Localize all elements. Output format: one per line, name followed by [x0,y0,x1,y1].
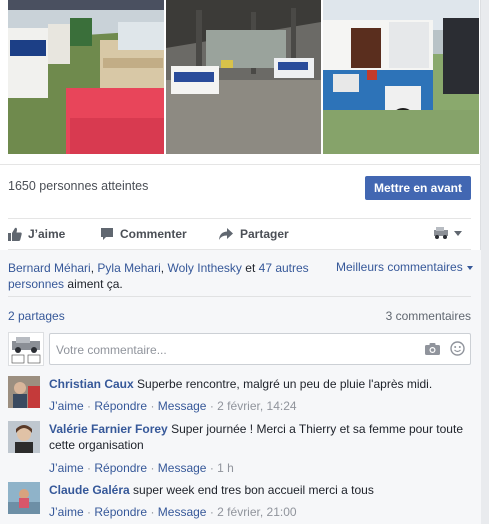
comments-count[interactable]: 3 commentaires [386,309,471,323]
comment-icon [101,228,113,240]
comment-message-link[interactable]: Message [158,399,207,413]
photo-parked-cars[interactable] [8,0,164,154]
like-button[interactable]: J’aime [8,226,78,244]
post-card: 1650 personnes atteintes Mettre en avant… [0,0,481,524]
comment-author[interactable]: Valérie Farnier Forey [49,422,168,436]
comment-like-link[interactable]: J’aime [49,399,84,413]
comment-button[interactable]: Commenter [100,226,200,244]
comment-timestamp[interactable]: 2 février, 14:24 [217,399,296,413]
likes-summary: Bernard Méhari, Pyla Mehari, Woly Inthes… [8,261,309,291]
chevron-down-icon [466,265,473,270]
avatar [8,332,44,366]
reach-count[interactable]: 1650 personnes atteintes [8,179,148,193]
likes-conjunction: et [245,261,256,275]
feedback-section: Bernard Méhari, Pyla Mehari, Woly Inthes… [0,250,481,524]
comment-author[interactable]: Christian Caux [49,377,134,391]
comment-body: Claude Galéra super week end tres bon ac… [49,482,469,498]
divider [8,296,471,297]
comment-meta: J’aime · Répondre · Message · 1 h [49,461,234,475]
comment-body: Valérie Farnier Forey Super journée ! Me… [49,421,469,453]
page-avatar-icon [432,224,450,242]
boost-post-button[interactable]: Mettre en avant [365,176,471,200]
avatar[interactable] [8,421,40,453]
comment-message-link[interactable]: Message [158,505,207,519]
photo-blue-car[interactable] [323,0,479,154]
liker-name[interactable]: Woly Inthesky [167,261,241,275]
comment-composer: Votre commentaire... [8,332,471,366]
like-label: J’aime [28,227,66,241]
comment-text: super week end tres bon accueil merci a … [133,483,374,497]
share-label: Partager [240,227,289,241]
comment-placeholder: Votre commentaire... [56,343,167,357]
actor-selector[interactable] [432,223,472,245]
photo-grid [8,0,479,154]
avatar[interactable] [8,376,40,408]
shares-count[interactable]: 2 partages [8,309,65,323]
comment-reply-link[interactable]: Répondre [94,461,147,475]
share-button[interactable]: Partager [218,226,308,244]
comment-meta: J’aime · Répondre · Message · 2 février,… [49,505,297,519]
comment-sort-label: Meilleurs commentaires [336,260,463,274]
comment-meta: J’aime · Répondre · Message · 2 février,… [49,399,297,413]
comment-label: Commenter [120,227,187,241]
comment-text: Superbe rencontre, malgré un peu de plui… [137,377,433,391]
share-icon [219,228,233,240]
avatar[interactable] [8,482,40,514]
liker-name[interactable]: Pyla Mehari [97,261,160,275]
photo-hangar[interactable] [166,0,321,154]
comment-body: Christian Caux Superbe rencontre, malgré… [49,376,469,392]
comment-author[interactable]: Claude Galéra [49,483,130,497]
comment-like-link[interactable]: J’aime [49,461,84,475]
comment-input[interactable]: Votre commentaire... [49,333,471,365]
comment-message-link[interactable]: Message [158,461,207,475]
liker-name[interactable]: Bernard Méhari [8,261,91,275]
emoji-icon[interactable] [450,341,465,356]
comment-reply-link[interactable]: Répondre [94,399,147,413]
comment-timestamp[interactable]: 1 h [217,461,234,475]
reach-row: 1650 personnes atteintes Mettre en avant [0,164,481,208]
likes-suffix: aiment ça. [67,277,123,291]
comment-sort-dropdown[interactable]: Meilleurs commentaires [336,260,473,274]
comment-timestamp[interactable]: 2 février, 21:00 [217,505,296,519]
camera-icon[interactable] [425,342,440,355]
thumbs-up-icon [8,227,22,241]
chevron-down-icon [454,231,462,236]
action-bar: J’aime Commenter Partager [8,218,471,250]
comment-reply-link[interactable]: Répondre [94,505,147,519]
comment-like-link[interactable]: J’aime [49,505,84,519]
